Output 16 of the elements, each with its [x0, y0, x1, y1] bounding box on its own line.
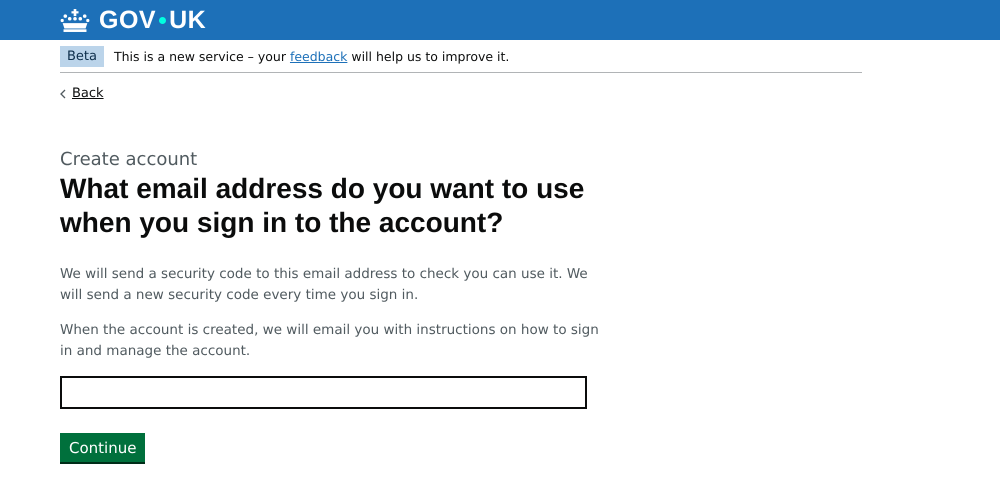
page-caption: Create account: [60, 148, 198, 170]
logo-text: UK: [169, 6, 206, 34]
phase-tag: Beta: [60, 46, 104, 67]
page-heading: What email address do you want to use when you sign in to the account?: [60, 172, 586, 240]
crown-icon: [60, 8, 90, 32]
back-link[interactable]: Back: [60, 86, 104, 101]
email-input-field[interactable]: [60, 376, 587, 408]
chevron-left-icon: [60, 88, 66, 98]
phase-banner-text: This is a new service – your feedback will help us to improve it.: [114, 49, 510, 64]
logo-text: GOV: [99, 6, 156, 34]
continue-button[interactable]: Continue: [60, 432, 146, 462]
feedback-link[interactable]: feedback: [290, 49, 348, 64]
dot-icon: [159, 16, 166, 24]
site-logo[interactable]: GOV UK: [60, 6, 206, 34]
body-text: We will send a security code to this email address to check you can use it. We will send a new security code every time you sign in.: [60, 264, 589, 304]
body-text: When the account is created, we will email you with instructions on how to sign in and manage the account.: [60, 320, 600, 360]
